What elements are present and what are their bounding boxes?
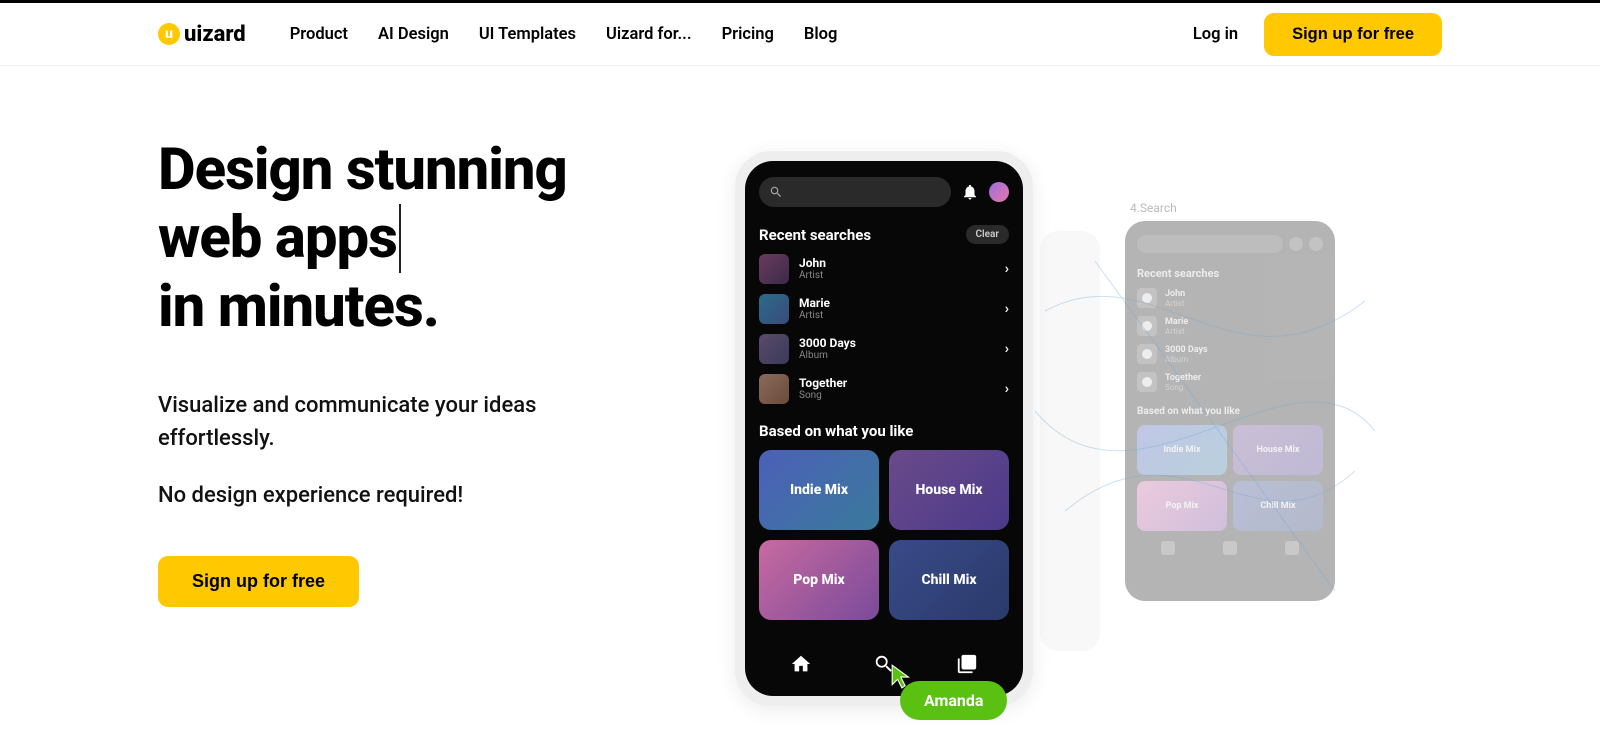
ghost-phone-middle	[1040, 231, 1100, 651]
ghost-screen-label: 4.Search	[1130, 201, 1177, 215]
recent-item[interactable]: MarieArtist ›	[759, 294, 1009, 324]
library-icon[interactable]	[956, 653, 978, 675]
site-header: u uizard Product AI Design UI Templates …	[0, 3, 1600, 66]
ghost-phone-right: Recent searches JohnArtist MarieArtist 3…	[1125, 221, 1335, 601]
hero-subtext: Visualize and communicate your ideas eff…	[158, 389, 718, 455]
home-icon[interactable]	[790, 653, 812, 675]
brand-name: uizard	[184, 22, 246, 47]
user-avatar[interactable]	[989, 182, 1009, 202]
collaborator-badge: Amanda	[900, 681, 1007, 720]
phone-screen: Recent searches Clear JohnArtist › Marie…	[745, 161, 1023, 696]
chevron-right-icon: ›	[1005, 341, 1009, 357]
nav-pricing[interactable]: Pricing	[722, 25, 774, 44]
thumb-icon	[759, 374, 789, 404]
phone-mockup: Recent searches Clear JohnArtist › Marie…	[735, 151, 1033, 706]
recent-item[interactable]: 3000 DaysAlbum ›	[759, 334, 1009, 364]
mix-card-house[interactable]: House Mix	[889, 450, 1009, 530]
search-input[interactable]	[759, 177, 951, 207]
chevron-right-icon: ›	[1005, 381, 1009, 397]
nav-blog[interactable]: Blog	[804, 25, 837, 44]
headline-line1: Design stunning	[158, 136, 567, 204]
chevron-right-icon: ›	[1005, 261, 1009, 277]
recent-searches-title: Recent searches	[759, 226, 871, 244]
mix-card-chill[interactable]: Chill Mix	[889, 540, 1009, 620]
nav-uizard-for[interactable]: Uizard for...	[606, 25, 692, 44]
recent-item[interactable]: TogetherSong ›	[759, 374, 1009, 404]
mockup-area: 4.Search Recent searches JohnArtist Mari…	[735, 151, 1455, 731]
based-on-title: Based on what you like	[759, 422, 1009, 440]
thumb-icon	[759, 254, 789, 284]
tab-bar	[759, 642, 1009, 686]
mix-card-indie[interactable]: Indie Mix	[759, 450, 879, 530]
mix-card-pop[interactable]: Pop Mix	[759, 540, 879, 620]
headline-line2: web apps	[158, 204, 401, 272]
hero-section: Design stunning web apps in minutes. Vis…	[0, 66, 1600, 607]
main-nav: Product AI Design UI Templates Uizard fo…	[290, 25, 1193, 44]
nav-ai-design[interactable]: AI Design	[378, 25, 449, 44]
nav-product[interactable]: Product	[290, 25, 348, 44]
clear-button[interactable]: Clear	[966, 225, 1010, 244]
signup-button[interactable]: Sign up for free	[1264, 13, 1442, 56]
logo-icon: u	[158, 23, 180, 45]
bell-icon[interactable]	[961, 183, 979, 201]
hero-cta-button[interactable]: Sign up for free	[158, 556, 359, 607]
search-icon	[769, 185, 783, 199]
recent-item[interactable]: JohnArtist ›	[759, 254, 1009, 284]
headline-line3: in minutes.	[158, 273, 439, 341]
hero-subtext-2: No design experience required!	[158, 483, 718, 508]
thumb-icon	[759, 294, 789, 324]
cursor-icon	[890, 663, 916, 689]
nav-ui-templates[interactable]: UI Templates	[479, 25, 576, 44]
login-link[interactable]: Log in	[1193, 25, 1238, 44]
brand-logo[interactable]: u uizard	[158, 22, 246, 47]
thumb-icon	[759, 334, 789, 364]
chevron-right-icon: ›	[1005, 301, 1009, 317]
hero-headline: Design stunning web apps in minutes.	[158, 136, 718, 341]
